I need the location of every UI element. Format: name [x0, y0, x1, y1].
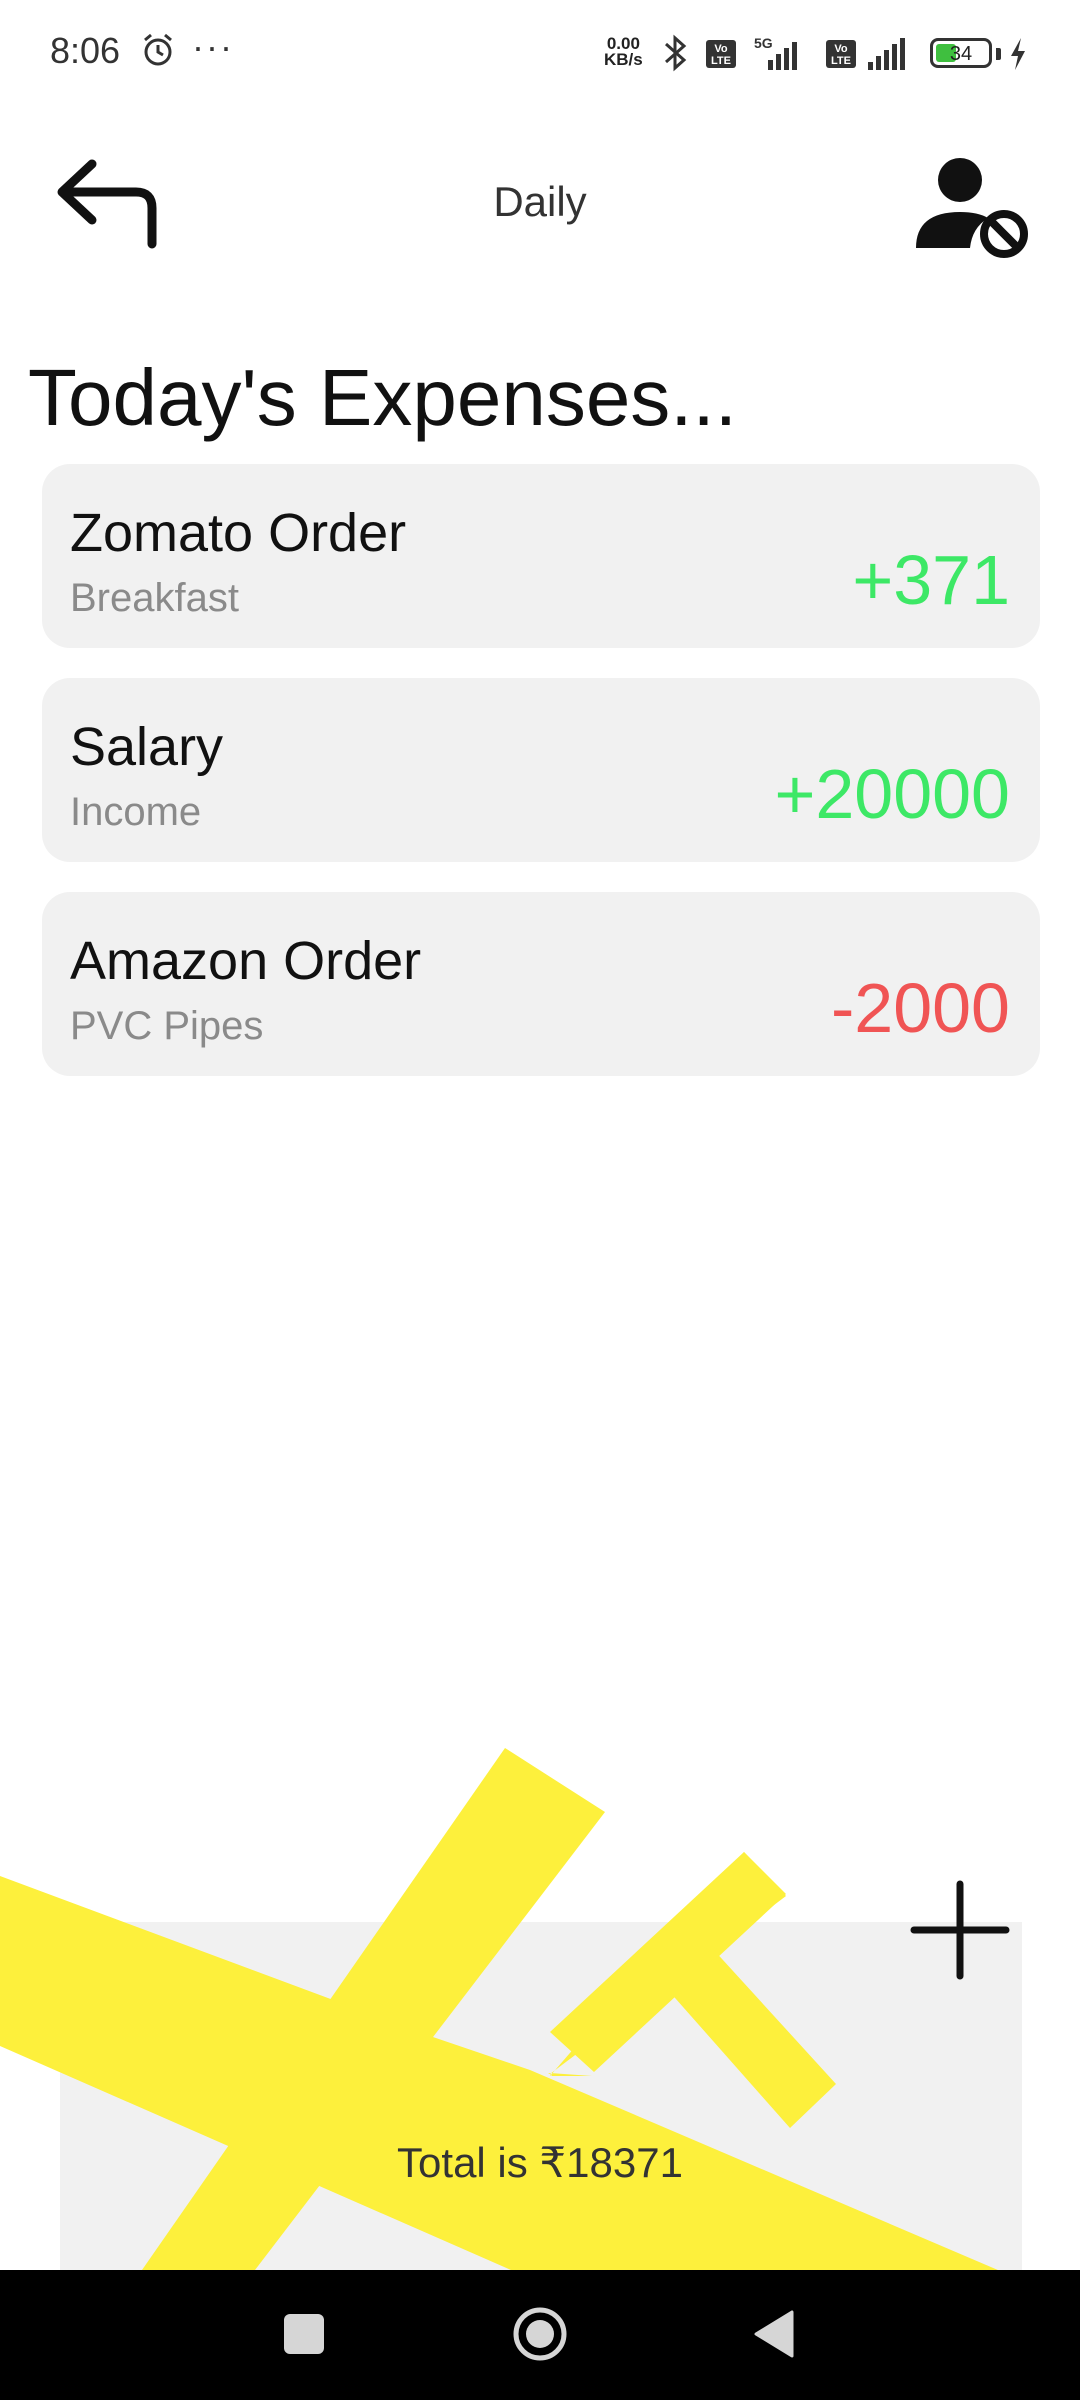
- signal-icon: 5G: [754, 35, 797, 70]
- alarm-icon: [140, 32, 176, 73]
- network-speed-unit: KB/s: [604, 50, 643, 69]
- plus-icon: [910, 1880, 1010, 1980]
- recents-square-icon[interactable]: [284, 2314, 324, 2354]
- expense-category: Breakfast: [70, 576, 239, 620]
- svg-text:Vo: Vo: [714, 43, 728, 55]
- status-bar: 8:06 ··· 0.00 KB/s Vo LTE 5G Vo LTE 34: [0, 0, 1080, 110]
- battery-level: 34: [949, 43, 973, 65]
- expense-category: PVC Pipes: [70, 1004, 264, 1048]
- expense-amount: +371: [852, 541, 1010, 619]
- connectivity-icons: Vo LTE 5G Vo LTE: [665, 34, 905, 72]
- volte-icon-2: Vo LTE: [826, 40, 856, 68]
- charging-icon: [1008, 36, 1028, 77]
- section-title: Today's Expenses...: [28, 353, 737, 442]
- user-block-icon: [916, 158, 1028, 258]
- user-block-button[interactable]: [912, 150, 1032, 270]
- svg-text:LTE: LTE: [831, 55, 851, 67]
- bluetooth-icon: [665, 34, 687, 72]
- battery-icon: 34: [930, 38, 992, 68]
- expense-amount: -2000: [830, 969, 1010, 1047]
- expense-title: Salary: [70, 717, 224, 777]
- network-speed: 0.00 KB/s: [604, 35, 643, 69]
- list-item[interactable]: Zomato Order Breakfast +371: [42, 464, 1040, 648]
- svg-text:LTE: LTE: [711, 55, 731, 67]
- svg-text:Vo: Vo: [834, 43, 848, 55]
- expense-title: Zomato Order: [70, 503, 407, 563]
- add-expense-button[interactable]: [900, 1870, 1020, 1990]
- total-amount: Total is ₹18371: [397, 2139, 683, 2186]
- status-time: 8:06: [50, 30, 121, 71]
- list-item[interactable]: Amazon Order PVC Pipes -2000: [42, 892, 1040, 1076]
- expense-amount: +20000: [774, 755, 1010, 833]
- home-circle-icon[interactable]: [512, 2306, 568, 2362]
- signal-icon-2: [868, 38, 905, 70]
- expense-title: Amazon Order: [70, 931, 422, 991]
- volte-icon: Vo LTE: [706, 40, 736, 68]
- list-item[interactable]: Salary Income +20000: [42, 678, 1040, 862]
- more-dots-icon: ···: [192, 26, 234, 67]
- back-triangle-icon[interactable]: [752, 2308, 796, 2360]
- battery-tip: [996, 48, 1001, 60]
- expense-category: Income: [70, 790, 202, 834]
- svg-text:5G: 5G: [754, 35, 773, 51]
